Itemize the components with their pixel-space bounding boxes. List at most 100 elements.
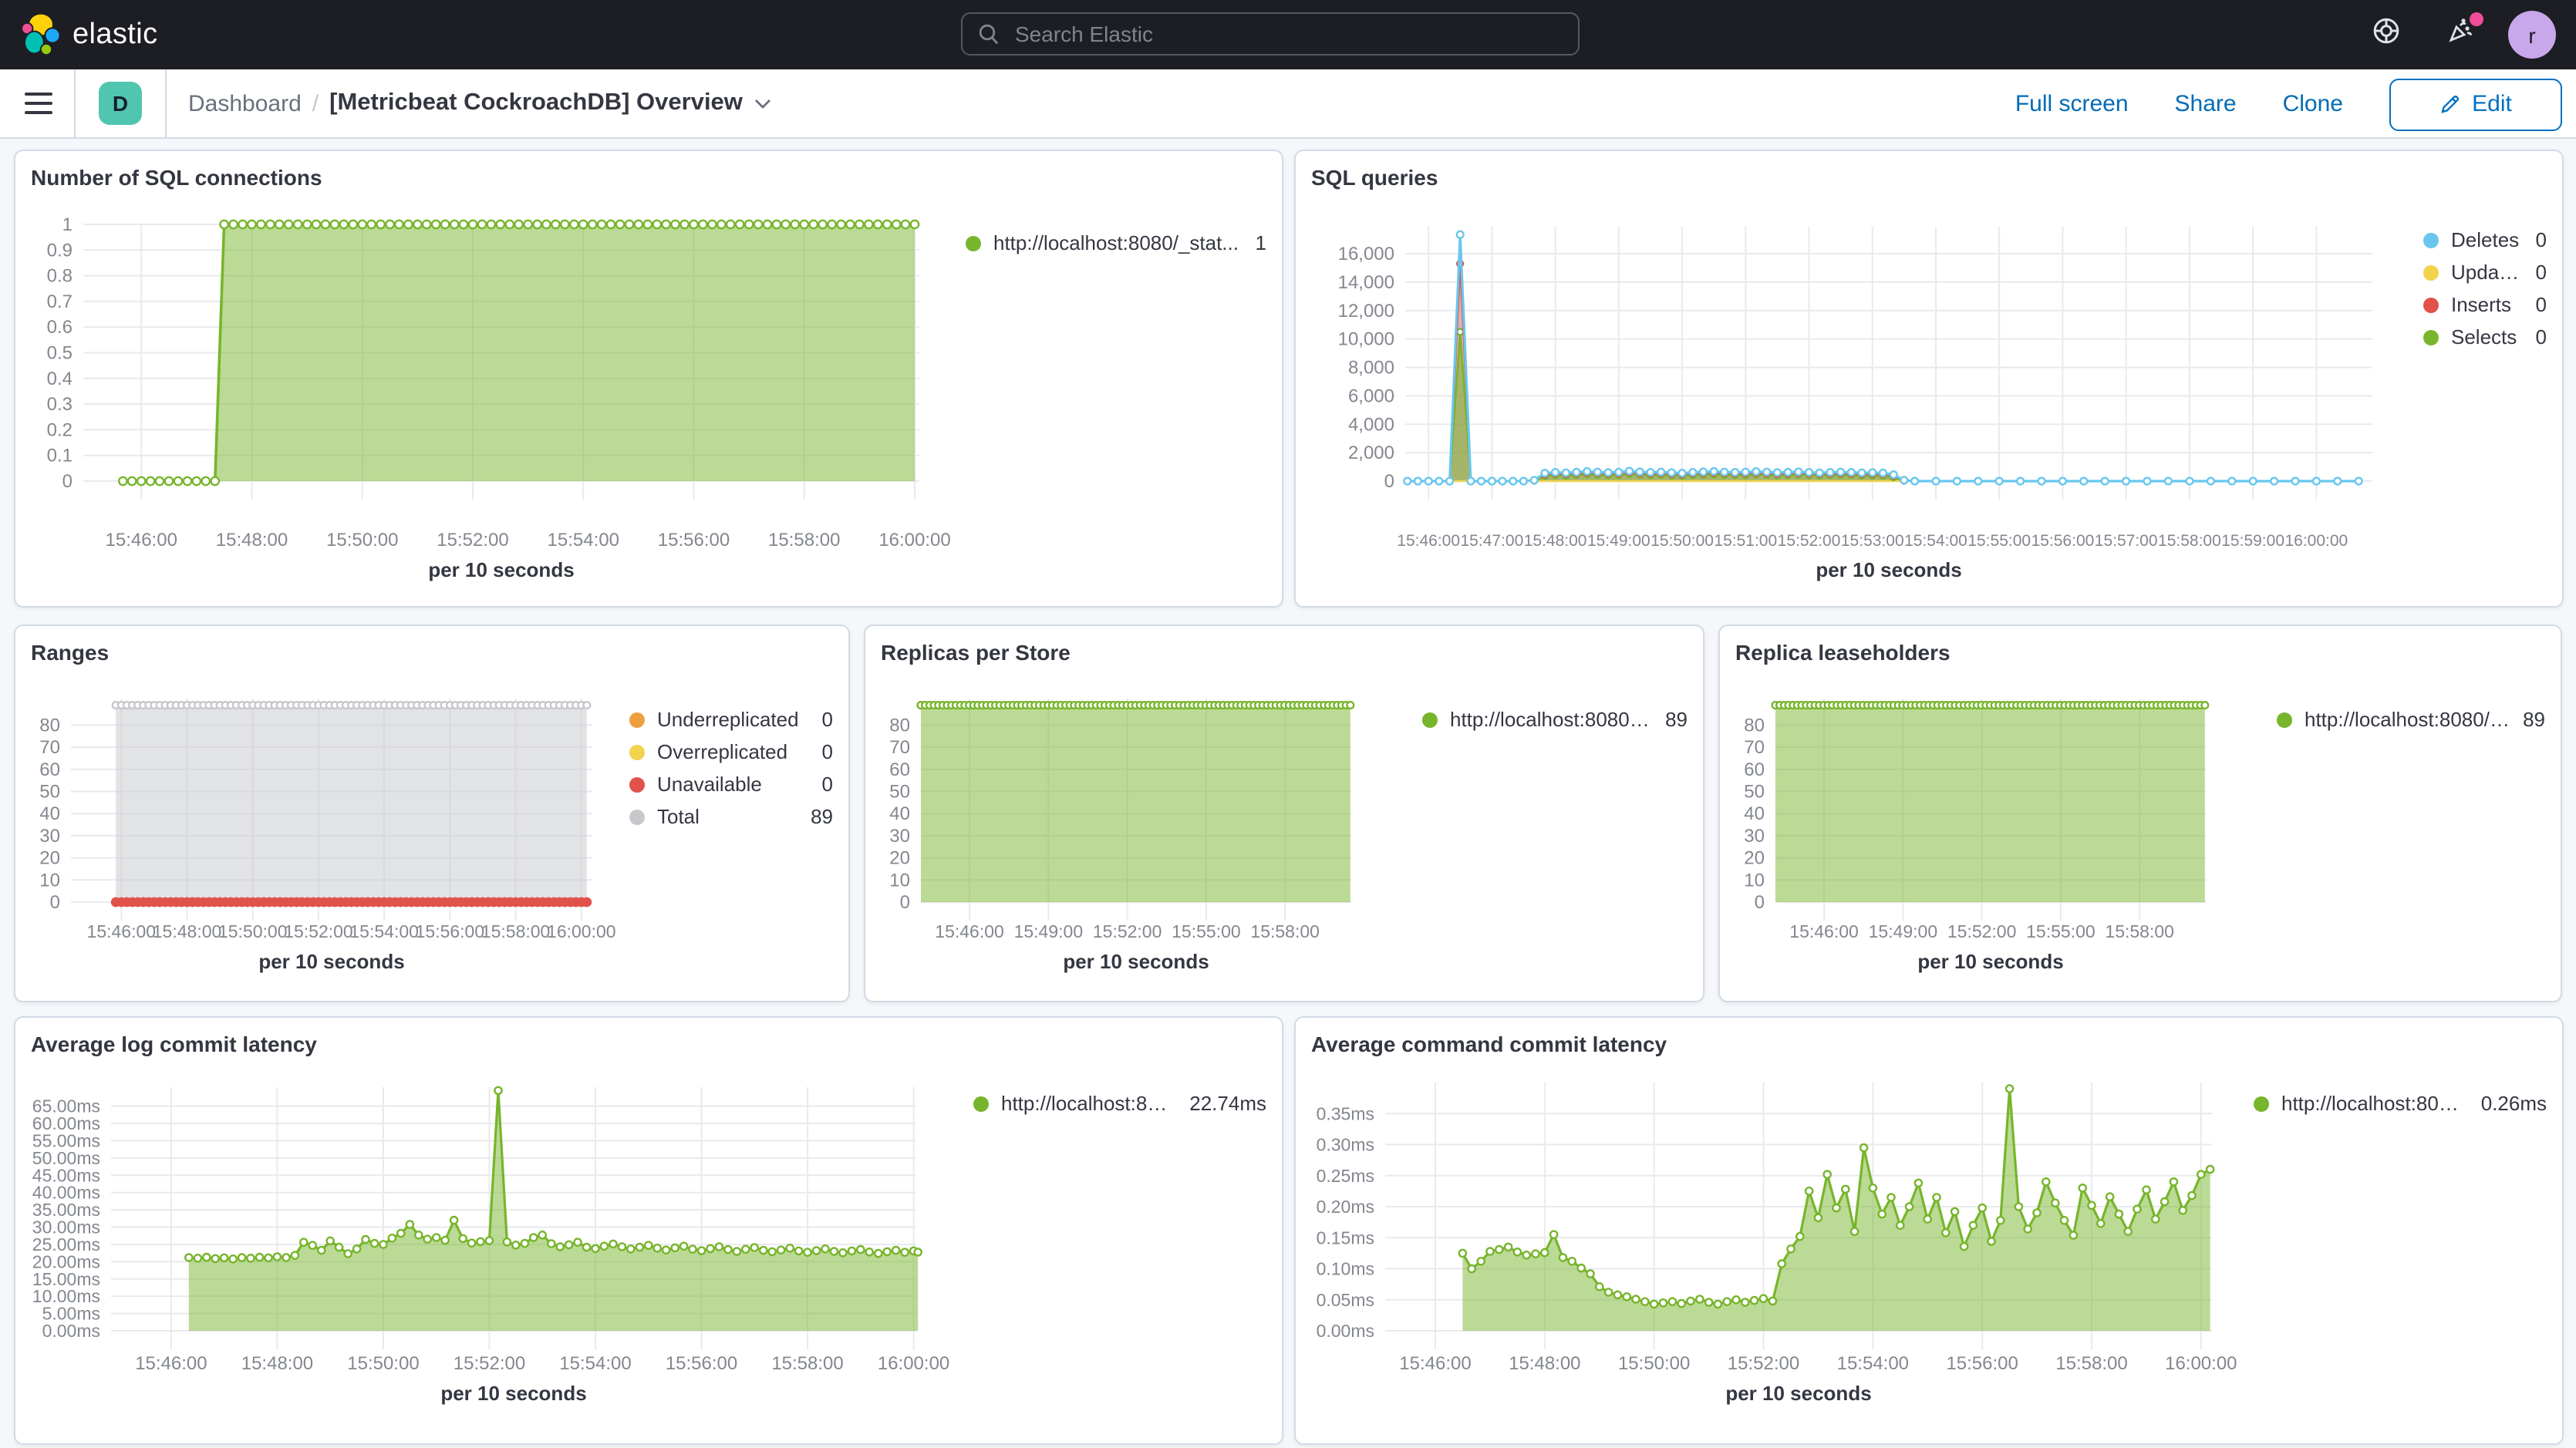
dashboard-grid: Number of SQL connections00.10.20.30.40.… [0, 139, 2576, 1448]
full-screen-button[interactable]: Full screen [2015, 91, 2129, 117]
svg-text:15:50:00: 15:50:00 [218, 921, 288, 941]
legend-replicas-per-store: http://localhost:8080/_sta...89 [1410, 672, 1703, 988]
global-search[interactable] [961, 12, 1580, 56]
clone-button[interactable]: Clone [2283, 91, 2343, 117]
pencil-icon [2439, 94, 2460, 114]
chart-canvas-avg-log-commit-latency[interactable]: 0.00ms5.00ms10.00ms15.00ms20.00ms25.00ms… [28, 1067, 961, 1419]
legend-sql-connections: http://localhost:8080/_stat...1 [953, 204, 1282, 592]
chart-canvas-avg-command-commit-latency[interactable]: 0.00ms0.05ms0.10ms0.15ms0.20ms0.25ms0.30… [1308, 1067, 2241, 1419]
svg-text:30.00ms: 30.00ms [32, 1217, 100, 1238]
svg-text:15:52:00: 15:52:00 [437, 530, 508, 551]
legend-sql-queries: Deletes0Updates0Inserts0Selects0 [2411, 204, 2562, 592]
svg-text:15:52:00: 15:52:00 [1778, 532, 1841, 550]
svg-text:15:58:00: 15:58:00 [2055, 1353, 2127, 1374]
series-areas [189, 1090, 918, 1331]
legend-dot [2254, 1096, 2269, 1111]
chart-canvas-ranges[interactable]: 0102030405060708015:46:0015:48:0015:50:0… [28, 672, 617, 988]
chart-canvas-sql-queries[interactable]: 02,0004,0006,0008,00010,00012,00014,0001… [1308, 204, 2411, 592]
svg-text:15:54:00: 15:54:00 [1904, 532, 1967, 550]
chart-canvas-replica-leaseholders[interactable]: 0102030405060708015:46:0015:49:0015:52:0… [1732, 672, 2264, 988]
svg-text:50: 50 [1744, 782, 1765, 803]
svg-text:16:00:00: 16:00:00 [547, 921, 616, 941]
chart-canvas-replicas-per-store[interactable]: 0102030405060708015:46:0015:49:0015:52:0… [878, 672, 1410, 988]
svg-text:1: 1 [62, 214, 72, 235]
svg-text:10: 10 [1744, 870, 1765, 891]
svg-text:15:46:00: 15:46:00 [1397, 532, 1460, 550]
svg-text:15:58:00: 15:58:00 [2158, 532, 2221, 550]
legend-ranges: Underreplicated0Overreplicated0Unavailab… [617, 672, 848, 988]
legend-item[interactable]: http://localhost:8080/_stat...1 [966, 227, 1266, 259]
svg-text:20: 20 [39, 848, 60, 869]
axis-unit-label: per 10 seconds [1725, 1382, 1871, 1405]
series-areas [123, 224, 915, 481]
page-title[interactable]: [Metricbeat CockroachDB] Overview [329, 89, 772, 117]
panel-replicas-per-store[interactable]: Replicas per Store0102030405060708015:46… [864, 625, 1704, 1002]
share-button[interactable]: Share [2175, 91, 2237, 117]
axis-unit-label: per 10 seconds [440, 1382, 586, 1405]
svg-text:0.9: 0.9 [47, 240, 72, 261]
elastic-logo[interactable]: elastic [20, 12, 158, 57]
legend-item[interactable]: Total89 [629, 800, 833, 833]
panel-avg-command-commit-latency[interactable]: Average command commit latency0.00ms0.05… [1294, 1016, 2564, 1445]
legend-item[interactable]: Inserts0 [2423, 288, 2547, 321]
axis-unit-label: per 10 seconds [1063, 950, 1209, 973]
axis-unit-label: per 10 seconds [1816, 558, 1961, 581]
series-markers-Unavailable [111, 897, 592, 908]
breadcrumb-dashboard[interactable]: Dashboard [188, 90, 302, 116]
panel-title: SQL queries [1296, 151, 2562, 190]
legend-item[interactable]: http://localhost:8080...0.26ms [2254, 1087, 2547, 1120]
legend-value: 89 [798, 805, 833, 828]
legend-item[interactable]: Unavailable0 [629, 768, 833, 800]
panel-avg-log-commit-latency[interactable]: Average log commit latency0.00ms5.00ms10… [14, 1016, 1283, 1445]
panel-title: Replica leaseholders [1720, 626, 2561, 665]
legend-item[interactable]: Underreplicated0 [629, 703, 833, 736]
svg-text:20.00ms: 20.00ms [32, 1251, 100, 1271]
panel-sql-queries[interactable]: SQL queries 02,0004,0006,0008,00010,00012… [1294, 150, 2564, 608]
svg-text:15:48:00: 15:48:00 [153, 921, 222, 941]
svg-text:30: 30 [889, 826, 910, 847]
svg-text:10,000: 10,000 [1338, 329, 1394, 350]
svg-text:15:51:00: 15:51:00 [1714, 532, 1777, 550]
svg-text:15:59:00: 15:59:00 [2221, 532, 2284, 550]
search-input[interactable] [1012, 20, 1527, 48]
svg-text:15:52:00: 15:52:00 [1093, 921, 1162, 941]
panel-title: Ranges [15, 626, 848, 665]
edit-button[interactable]: Edit [2389, 78, 2562, 130]
svg-text:15:54:00: 15:54:00 [559, 1353, 631, 1374]
user-avatar[interactable]: r [2508, 11, 2556, 59]
svg-text:80: 80 [1744, 715, 1765, 736]
series-markers-Total [113, 702, 590, 709]
panel-title: Number of SQL connections [15, 151, 1282, 190]
svg-text:15:55:00: 15:55:00 [2026, 921, 2096, 941]
panel-replica-leaseholders[interactable]: Replica leaseholders 0102030405060708015:… [1718, 625, 2562, 1002]
legend-item[interactable]: Selects0 [2423, 321, 2547, 353]
y-axis-labels: 01020304050607080 [39, 715, 60, 913]
svg-text:50: 50 [889, 782, 910, 803]
legend-item[interactable]: http://localhost:808...22.74ms [973, 1087, 1266, 1120]
svg-text:0: 0 [62, 471, 72, 492]
legend-item[interactable]: Updates0 [2423, 256, 2547, 288]
legend-value: 0 [810, 740, 833, 763]
news-button[interactable] [2434, 8, 2487, 61]
legend-item[interactable]: http://localhost:8080/_sta...89 [1422, 703, 1688, 736]
svg-text:0.15ms: 0.15ms [1317, 1227, 1374, 1248]
panel-ranges[interactable]: Ranges0102030405060708015:46:0015:48:001… [14, 625, 850, 1002]
y-axis-labels: 0.00ms0.05ms0.10ms0.15ms0.20ms0.25ms0.30… [1317, 1103, 1374, 1341]
menu-button[interactable] [25, 93, 52, 114]
legend-label: Unavailable [657, 773, 762, 796]
svg-text:30: 30 [1744, 826, 1765, 847]
svg-text:65.00ms: 65.00ms [32, 1096, 100, 1116]
help-button[interactable] [2360, 8, 2412, 61]
svg-text:0: 0 [50, 892, 60, 913]
x-axis-labels: 15:46:0015:48:0015:50:0015:52:0015:54:00… [87, 921, 616, 941]
legend-item[interactable]: http://localhost:8080/_sta...89 [2277, 703, 2545, 736]
y-axis-labels: 01020304050607080 [889, 715, 910, 913]
chart-canvas-sql-connections[interactable]: 00.10.20.30.40.50.60.70.80.9115:46:0015:… [28, 204, 953, 592]
panel-sql-connections[interactable]: Number of SQL connections00.10.20.30.40.… [14, 150, 1283, 608]
series-lines [1404, 231, 2362, 485]
dashboard-header-bar: D Dashboard / [Metricbeat CockroachDB] O… [0, 69, 2576, 139]
legend-item[interactable]: Overreplicated0 [629, 736, 833, 768]
legend-label: http://localhost:8080/_sta... [2305, 708, 2510, 731]
legend-item[interactable]: Deletes0 [2423, 224, 2547, 256]
space-avatar[interactable]: D [99, 82, 142, 125]
